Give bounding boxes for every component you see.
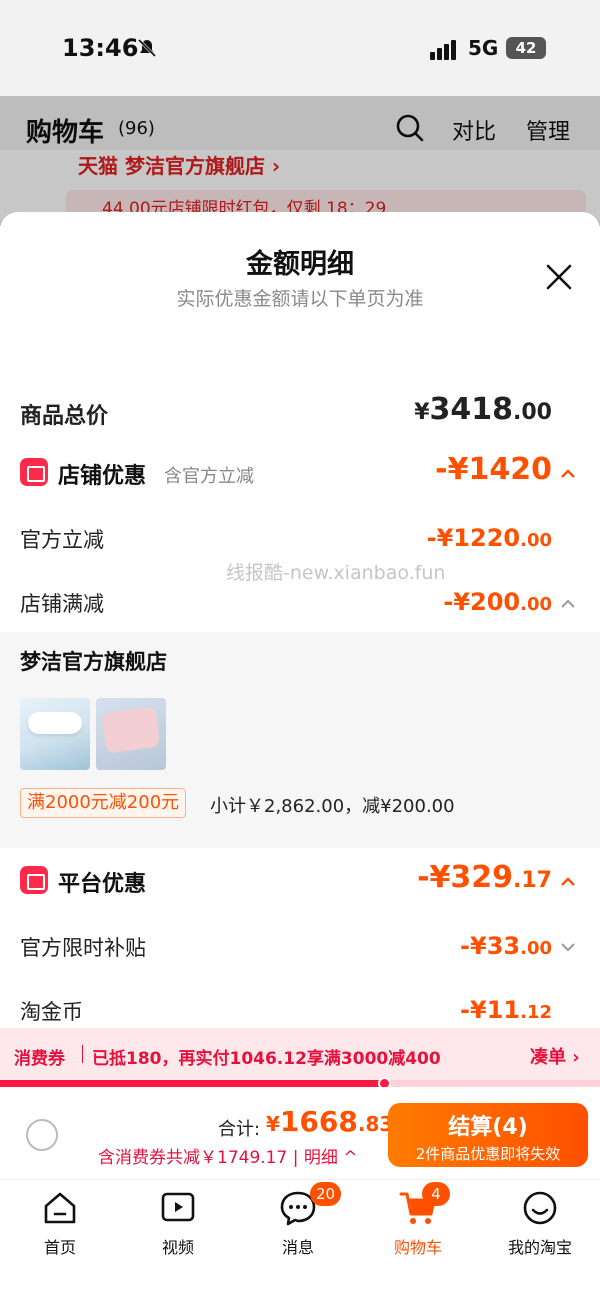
amount-detail-sheet: 金额明细 实际优惠金额请以下单页为准 商品总价 ¥3418.00 店铺优惠 含官… [0,212,600,1082]
tab-messages[interactable]: 20 消息 [238,1182,358,1258]
cart-badge: 4 [422,1182,450,1206]
total-price-value: ¥3418.00 [414,392,552,427]
total-amount: ¥1668.83 [266,1105,394,1138]
coupon-bar[interactable]: 消费券 已抵180，再实付1046.12享满3000减400 凑单 › [0,1028,600,1080]
platform-discount-value: -¥329.17 [417,860,552,895]
checkout-button-label: 结算(4) [448,1115,528,1140]
store-full-cut-row[interactable]: 店铺满减 -¥200.00 [0,586,600,620]
signal-icon [430,40,458,60]
official-cut-row: 官方立减 -¥1220.00 [0,522,600,556]
coupon-progress-bar [0,1077,600,1090]
platform-discount-row[interactable]: 平台优惠 -¥329.17 [0,860,600,902]
coupon-text: 已抵180，再实付1046.12享满3000减400 [92,1049,441,1069]
progress-fill [0,1080,384,1087]
tab-label: 购物车 [393,1238,442,1257]
store-full-cut-value: -¥200.00 [443,588,552,616]
subsidy-label: 官方限时补贴 [20,936,146,960]
gold-coin-row: 淘金币 -¥11.12 [0,994,600,1028]
tab-label: 首页 [43,1238,76,1257]
promo-tag: 满2000元减200元 [20,788,187,818]
store-discount-note: 含官方立减 [164,466,254,487]
store-discount-value: -¥1420 [435,452,552,487]
tab-label: 消息 [281,1238,314,1257]
bottom-tab-bar: 首页 视频 20 消息 4 购物车 我的淘宝 [0,1179,600,1304]
total-price-label: 商品总价 [20,404,109,429]
store-discount-label: 店铺优惠 [58,464,147,489]
video-icon [161,1192,195,1222]
chevron-up-icon[interactable] [560,468,576,478]
discount-detail-link[interactable]: 含消费券共减￥1749.17 | 明细 ^ [98,1143,357,1168]
tab-video[interactable]: 视频 [118,1188,238,1258]
official-cut-value: -¥1220.00 [426,524,552,552]
gold-coin-value: -¥11.12 [460,996,552,1024]
close-icon[interactable] [542,260,576,294]
network-type: 5G [468,36,499,60]
chevron-down-icon[interactable] [560,942,576,952]
coupon-label: 消费券 [14,1049,65,1069]
checkout-bar: 合计: ¥1668.83 含消费券共减￥1749.17 | 明细 ^ 结算(4)… [0,1087,600,1179]
profile-icon [523,1191,557,1225]
platform-discount-label: 平台优惠 [58,872,147,897]
store-icon [20,458,48,486]
select-all-checkbox[interactable] [26,1119,58,1151]
product-thumbnail[interactable] [20,698,90,770]
total-price-row: 商品总价 ¥3418.00 [0,392,600,434]
battery-icon: 42 [506,37,546,59]
total-label: 合计: [218,1119,261,1140]
sheet-subtitle: 实际优惠金额请以下单页为准 [176,288,424,310]
checkout-button[interactable]: 结算(4) 2件商品优惠即将失效 [388,1103,588,1167]
store-detail-box: 梦洁官方旗舰店 满2000元减200元 小计￥2,862.00，减¥200.00 [0,632,600,848]
checkout-button-sub: 2件商品优惠即将失效 [415,1145,561,1163]
status-bar: 13:46 5G 42 [0,0,600,96]
tab-home[interactable]: 首页 [0,1188,120,1258]
tab-label: 视频 [161,1238,194,1257]
chevron-up-icon[interactable] [560,876,576,886]
tab-cart[interactable]: 4 购物车 [358,1182,478,1258]
product-thumbnail[interactable] [96,698,166,770]
subsidy-row[interactable]: 官方限时补贴 -¥33.00 [0,930,600,964]
tab-my-taobao[interactable]: 我的淘宝 [480,1188,600,1258]
sheet-title: 金额明细 [246,249,354,280]
home-icon [44,1192,76,1224]
subsidy-value: -¥33.00 [460,932,552,960]
status-time: 13:46 [62,34,139,62]
watermark: 线报酷-new.xianbao.fun [226,562,446,584]
gold-coin-label: 淘金币 [20,1000,83,1024]
overlay-dim[interactable] [0,96,600,226]
add-items-link[interactable]: 凑单 › [530,1043,580,1069]
message-badge: 20 [310,1182,342,1206]
store-subtotal: 小计￥2,862.00，减¥200.00 [210,796,455,817]
divider [82,1045,83,1063]
store-discount-row[interactable]: 店铺优惠 含官方立减 -¥1420 [0,452,600,494]
tab-label: 我的淘宝 [507,1238,572,1257]
store-name: 梦洁官方旗舰店 [20,650,167,674]
platform-icon [20,866,48,894]
bell-muted-icon [137,38,157,58]
official-cut-label: 官方立减 [20,528,104,552]
chevron-up-icon[interactable] [560,598,576,608]
store-full-cut-label: 店铺满减 [20,592,104,616]
